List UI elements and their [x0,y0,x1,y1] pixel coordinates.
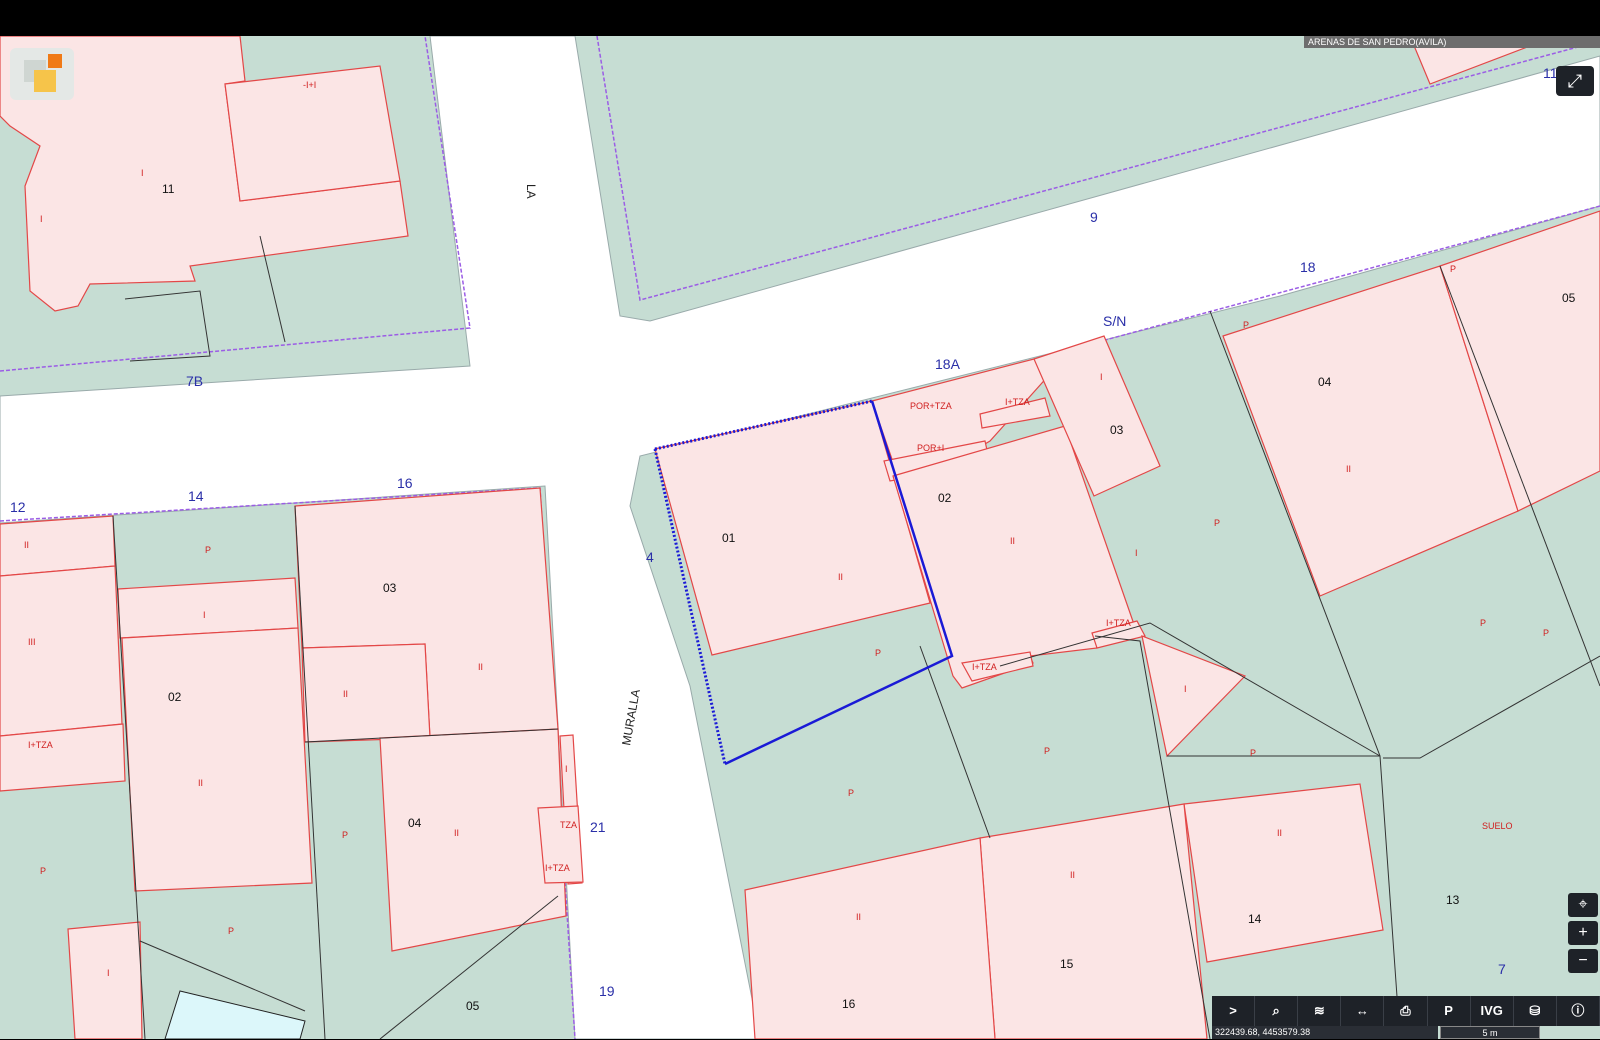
floor-label: P [1243,320,1249,330]
floor-label: POR+I [917,443,944,453]
street-number: 16 [397,475,413,491]
parcel-label: 13 [1446,893,1460,907]
parcel-label: 02 [168,690,182,704]
floor-label: I [107,968,110,978]
floor-label: POR+TZA [910,401,952,411]
floor-label: I+TZA [545,863,570,873]
floor-label: P [875,648,881,658]
floor-label: P [1543,628,1549,638]
coordinates-readout: 322439.68, 4453579.38 [1212,1026,1438,1039]
parcel-label: 05 [466,999,480,1013]
street-number: 14 [188,488,204,504]
parcel-label: 02 [938,491,952,505]
zoom-out-button[interactable]: − [1568,949,1598,973]
floor-label: I+TZA [972,662,997,672]
floor-label: I [1100,372,1103,382]
floor-label: III [28,637,36,647]
scale-bar: 5 m [1440,1026,1540,1039]
floor-label: P [848,788,854,798]
street-number: 9 [1090,209,1098,225]
street-number: 4 [646,549,654,565]
floor-label: II [198,778,203,788]
floor-label: P [342,830,348,840]
floor-label: I+TZA [1106,618,1131,628]
floor-label: I [1184,684,1187,694]
parcel-label: 03 [1110,423,1124,437]
toolbar-ivg-button[interactable]: IVG [1471,996,1514,1026]
minus-icon: − [1578,952,1588,969]
floor-label: II [454,828,459,838]
municipality-label: ARENAS DE SAN PEDRO(AVILA) [1304,36,1600,48]
floor-label: P [1250,748,1256,758]
floor-label: II [856,912,861,922]
locate-button[interactable]: ⌖ [1568,893,1598,917]
parcel-label: 16 [842,997,856,1011]
floor-label: P [40,866,46,876]
top-bar [0,0,1600,36]
floor-label: -I+I [303,80,316,90]
expand-button[interactable]: ⤢ [1556,66,1594,96]
floor-label: P [1480,618,1486,628]
toolbar-print-button[interactable]: ⎙ [1384,996,1428,1026]
toolbar-collapse-button[interactable]: > [1212,996,1256,1026]
toolbar-tools-button[interactable]: ⛁ [1514,996,1557,1026]
floor-label: II [1070,870,1075,880]
parcel-label: 03 [383,581,397,595]
toolbar-info-button[interactable]: ⓘ [1557,996,1600,1026]
street-number: 7 [1498,961,1506,977]
street-number: 18A [935,356,961,372]
floor-label: II [24,540,29,550]
floor-label: I [141,168,144,178]
zoom-in-button[interactable]: + [1568,921,1598,945]
floor-label: P [228,926,234,936]
toolbar-layers-button[interactable]: ≋ [1298,996,1342,1026]
floor-label: I+TZA [28,740,53,750]
parcel-label: 11 [162,182,175,196]
parcel-label: 04 [1318,375,1332,389]
toolbar-search-button[interactable]: ⌕ [1255,996,1299,1026]
street-number: S/N [1103,313,1126,329]
parcel-label: 01 [722,531,736,545]
floor-label: P [1044,746,1050,756]
floor-label: I [565,764,568,774]
floor-label: II [478,662,483,672]
floor-label: II [1277,828,1282,838]
floor-label: SUELO [1482,821,1513,831]
street-number: 7B [186,373,203,389]
floor-label: I [203,610,206,620]
floor-label: I [1135,548,1138,558]
street-number: 12 [10,499,26,515]
plus-icon: + [1578,924,1588,941]
expand-icon: ⤢ [1567,71,1583,91]
floor-label: I+TZA [1005,397,1030,407]
floor-label: P [205,545,211,555]
logo-square-yellow [34,70,56,92]
app-logo[interactable] [10,48,74,100]
parcel-label: 05 [1562,291,1576,305]
pool [164,990,306,1039]
parcel-label: 15 [1060,957,1074,971]
street-number: 21 [590,819,606,835]
floor-label: I [40,214,43,224]
toolbar-parking-button[interactable]: P [1428,996,1471,1026]
floor-label: P [1450,264,1456,274]
crosshair-icon: ⌖ [1578,896,1588,913]
map-toolbar: > ⌕ ≋ ↔ ⎙ P IVG ⛁ ⓘ [1212,996,1600,1026]
street-number: 18 [1300,259,1316,275]
parcel-label: 14 [1248,912,1262,926]
logo-square-orange [48,54,62,68]
floor-label: II [1346,464,1351,474]
parcel-label: 04 [408,816,422,830]
toolbar-measure-button[interactable]: ↔ [1341,996,1385,1026]
floor-label: II [1010,536,1015,546]
street-number: 19 [599,983,615,999]
floor-label: TZA [560,820,577,830]
street-name: LA [524,184,538,199]
floor-label: P [1214,518,1220,528]
floor-label: II [838,572,843,582]
cadastral-map[interactable]: 11 03 05 04 02 01 03 02 04 16 15 14 13 0… [0,36,1600,1039]
floor-label: II [343,689,348,699]
